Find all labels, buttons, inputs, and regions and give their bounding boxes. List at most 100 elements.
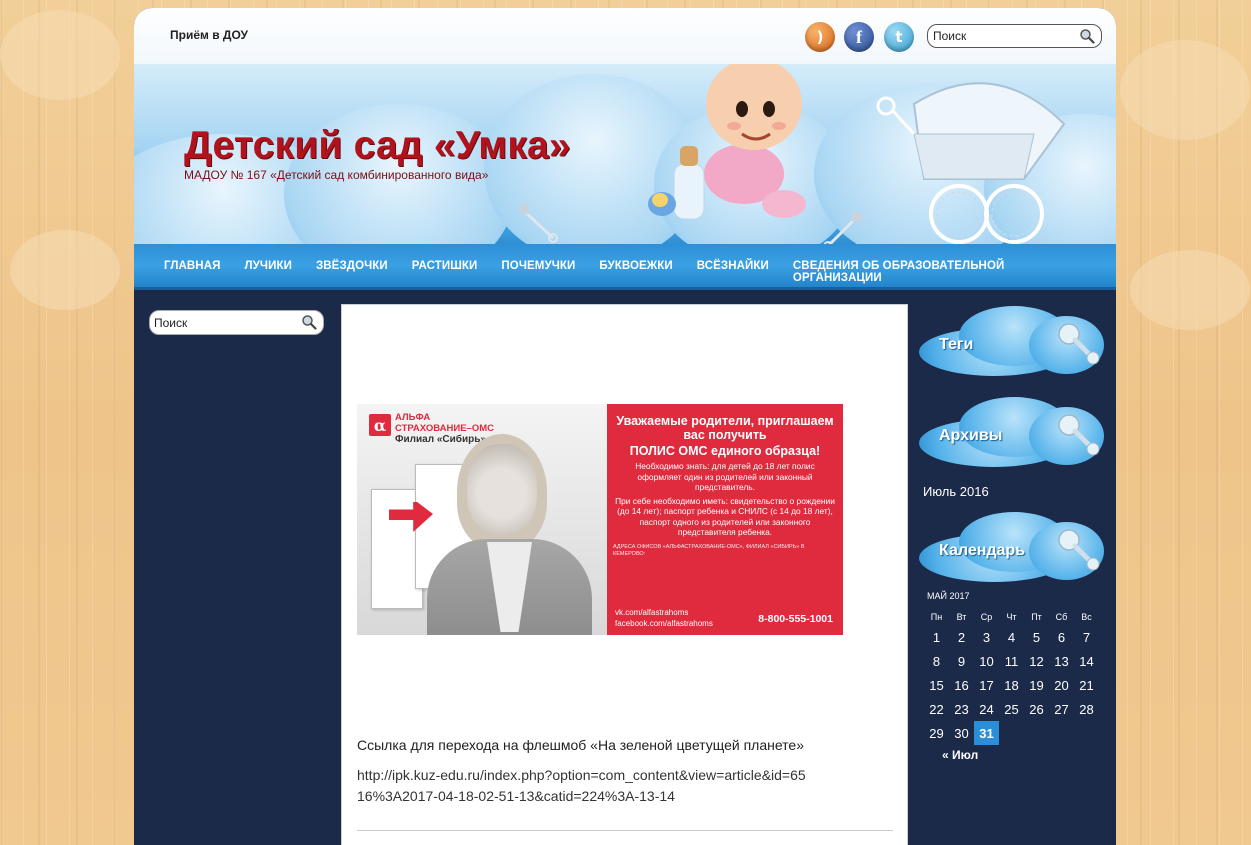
calendar-day: 11 bbox=[1004, 653, 1019, 669]
calendar-empty-cell bbox=[1049, 721, 1074, 745]
calendar-day: 31 bbox=[974, 721, 999, 745]
calendar-day: 26 bbox=[1029, 701, 1044, 717]
calendar-day: 30 bbox=[954, 725, 969, 741]
banner-heading-policy: ПОЛИС ОМС единого образца! bbox=[629, 444, 821, 458]
calendar-weekday: Сб bbox=[1055, 612, 1068, 622]
rss-icon[interactable]: ) bbox=[805, 22, 835, 52]
safety-pin-icon bbox=[519, 204, 558, 243]
calendar-day: 28 bbox=[1079, 701, 1094, 717]
calendar-empty-cell bbox=[999, 721, 1024, 745]
calendar-day: 15 bbox=[929, 677, 944, 693]
calendar-day: 8 bbox=[932, 653, 941, 669]
banner-phone: 8-800-555-1001 bbox=[758, 613, 833, 625]
calendar-week-row: 1234567 bbox=[924, 625, 1099, 649]
calendar-day: 6 bbox=[1057, 629, 1066, 645]
flashmob-url[interactable]: http://ipk.kuz-edu.ru/index.php?option=c… bbox=[357, 765, 807, 807]
safety-pin-icon bbox=[823, 212, 862, 244]
banner-addresses: АДРЕСА ОФИСОВ «АЛЬФАСТРАХОВАНИЕ-ОМС», ФИ… bbox=[613, 543, 805, 557]
banner-photo-side: α АЛЬФА СТРАХОВАНИЕ–ОМС Филиал «Сибирь» bbox=[357, 404, 607, 635]
rattle-icon bbox=[1058, 323, 1100, 365]
background-cloud bbox=[1120, 40, 1250, 140]
calendar-day: 19 bbox=[1029, 677, 1044, 693]
nav-item-vseznaiki[interactable]: Всёзнайки bbox=[697, 260, 769, 284]
widget-title-archives: Архивы bbox=[939, 427, 1003, 444]
background-cloud bbox=[0, 10, 120, 100]
widget-calendar-header: Календарь bbox=[919, 512, 1107, 582]
calendar-day: 1 bbox=[932, 629, 941, 645]
sidebar-search-box bbox=[149, 310, 324, 335]
calendar-weekday: Вс bbox=[1081, 612, 1092, 622]
calendar-weekday: Пн bbox=[930, 612, 943, 622]
rattle-icon bbox=[1058, 414, 1100, 456]
calendar-day: 10 bbox=[979, 653, 994, 669]
calendar-empty-cell bbox=[1024, 721, 1049, 745]
calendar-day: 20 bbox=[1054, 677, 1069, 693]
calendar-week-row: 15 16 17 18 19 20 21 bbox=[924, 673, 1099, 697]
top-bar: Приём в ДОУ ) f t bbox=[134, 8, 1116, 64]
oms-banner-image[interactable]: α АЛЬФА СТРАХОВАНИЕ–ОМС Филиал «Сибирь» … bbox=[357, 404, 843, 635]
calendar-day: 9 bbox=[957, 653, 966, 669]
calendar-day: 14 bbox=[1079, 653, 1094, 669]
search-icon[interactable] bbox=[301, 314, 317, 330]
widget-title-tags: Теги bbox=[939, 336, 974, 353]
calendar-day: 23 bbox=[954, 701, 969, 717]
site-header: Детский сад «Умка» МАДОУ № 167 «Детский … bbox=[134, 64, 1116, 244]
background-cloud bbox=[10, 230, 120, 310]
calendar-table: Пн Вт Ср Чт Пт Сб Вс 1 2 3 4 5 6 7 8 9 10 11 12 13 14 15 16 17… bbox=[924, 609, 1099, 745]
site-title[interactable]: Детский сад «Умка» bbox=[184, 124, 571, 168]
facebook-icon[interactable]: f bbox=[844, 22, 874, 52]
calendar-day: 17 bbox=[979, 677, 994, 693]
banner-body-1: Необходимо знать: для детей до 18 лет по… bbox=[635, 461, 815, 492]
calendar-week-row: 8 9 10 11 12 13 14 bbox=[924, 649, 1099, 673]
calendar-day: 22 bbox=[929, 701, 944, 717]
nav-item-org-info[interactable]: Сведения об образовательной организации bbox=[793, 260, 1092, 284]
calendar-widget: МАЙ 2017 Пн Вт Ср Чт Пт Сб Вс 1 2 3 4 5 6 7 8 9 10 11 12 1… bbox=[924, 591, 1104, 762]
calendar-day: 4 bbox=[1007, 629, 1016, 645]
nav-item-zvezdochki[interactable]: Звёздочки bbox=[316, 260, 388, 284]
archive-link-july-2016[interactable]: Июль 2016 bbox=[923, 484, 989, 499]
site-subtitle: МАДОУ № 167 «Детский сад комбинированног… bbox=[184, 168, 489, 182]
calendar-weekday: Ср bbox=[980, 612, 993, 622]
calendar-week-row: 29 30 31 bbox=[924, 721, 1099, 745]
calendar-day: 13 bbox=[1054, 653, 1069, 669]
widget-tags-header: Теги bbox=[919, 306, 1107, 376]
nav-item-rastishki[interactable]: Растишки bbox=[412, 260, 478, 284]
calendar-day: 16 bbox=[954, 677, 969, 693]
calendar-day: 12 bbox=[1029, 653, 1044, 669]
calendar-day: 3 bbox=[982, 629, 991, 645]
nav-item-luchiki[interactable]: Лучики bbox=[245, 260, 292, 284]
calendar-day: 5 bbox=[1032, 629, 1041, 645]
page-wrapper: Приём в ДОУ ) f t Детский сад «Умка» МАД… bbox=[134, 8, 1116, 845]
calendar-caption: МАЙ 2017 bbox=[927, 591, 970, 601]
top-search-box bbox=[927, 24, 1102, 48]
calendar-weekday: Чт bbox=[1006, 612, 1017, 622]
vk-link: vk.com/alfastrahoms bbox=[615, 608, 689, 617]
banner-social-links: vk.com/alfastrahoms facebook.com/alfastr… bbox=[615, 607, 713, 629]
stroller-illustration bbox=[876, 82, 1066, 244]
main-navigation: Главная Лучики Звёздочки Растишки Почему… bbox=[134, 244, 1116, 290]
baby-illustration bbox=[648, 64, 806, 220]
twitter-icon[interactable]: t bbox=[884, 22, 914, 52]
sidebar-search-input[interactable] bbox=[154, 315, 294, 330]
search-icon[interactable] bbox=[1079, 28, 1095, 44]
rattle-icon bbox=[1058, 529, 1100, 571]
person-face bbox=[467, 444, 537, 534]
background-cloud bbox=[1130, 250, 1250, 330]
main-content: α АЛЬФА СТРАХОВАНИЕ–ОМС Филиал «Сибирь» … bbox=[341, 304, 908, 845]
nav-item-home[interactable]: Главная bbox=[164, 260, 221, 284]
calendar-empty-cell bbox=[1074, 721, 1099, 745]
calendar-day: 29 bbox=[929, 725, 944, 741]
calendar-week-row: 22 23 24 25 26 27 28 bbox=[924, 697, 1099, 721]
top-search-input[interactable] bbox=[933, 29, 1073, 43]
calendar-day: 21 bbox=[1079, 677, 1094, 693]
calendar-day: 25 bbox=[1004, 701, 1019, 717]
calendar-day: 24 bbox=[979, 701, 994, 717]
calendar-day: 27 bbox=[1054, 701, 1069, 717]
widget-title-calendar: Календарь bbox=[939, 542, 1026, 559]
nav-item-bukvoezhki[interactable]: Буквоежки bbox=[599, 260, 672, 284]
admission-link[interactable]: Приём в ДОУ bbox=[170, 28, 248, 42]
nav-item-pochemuchki[interactable]: Почемучки bbox=[501, 260, 575, 284]
calendar-prev-month-link[interactable]: « Июл bbox=[924, 748, 1104, 762]
divider bbox=[357, 830, 893, 831]
banner-heading: Уважаемые родители, приглашаем вас получ… bbox=[616, 414, 834, 442]
